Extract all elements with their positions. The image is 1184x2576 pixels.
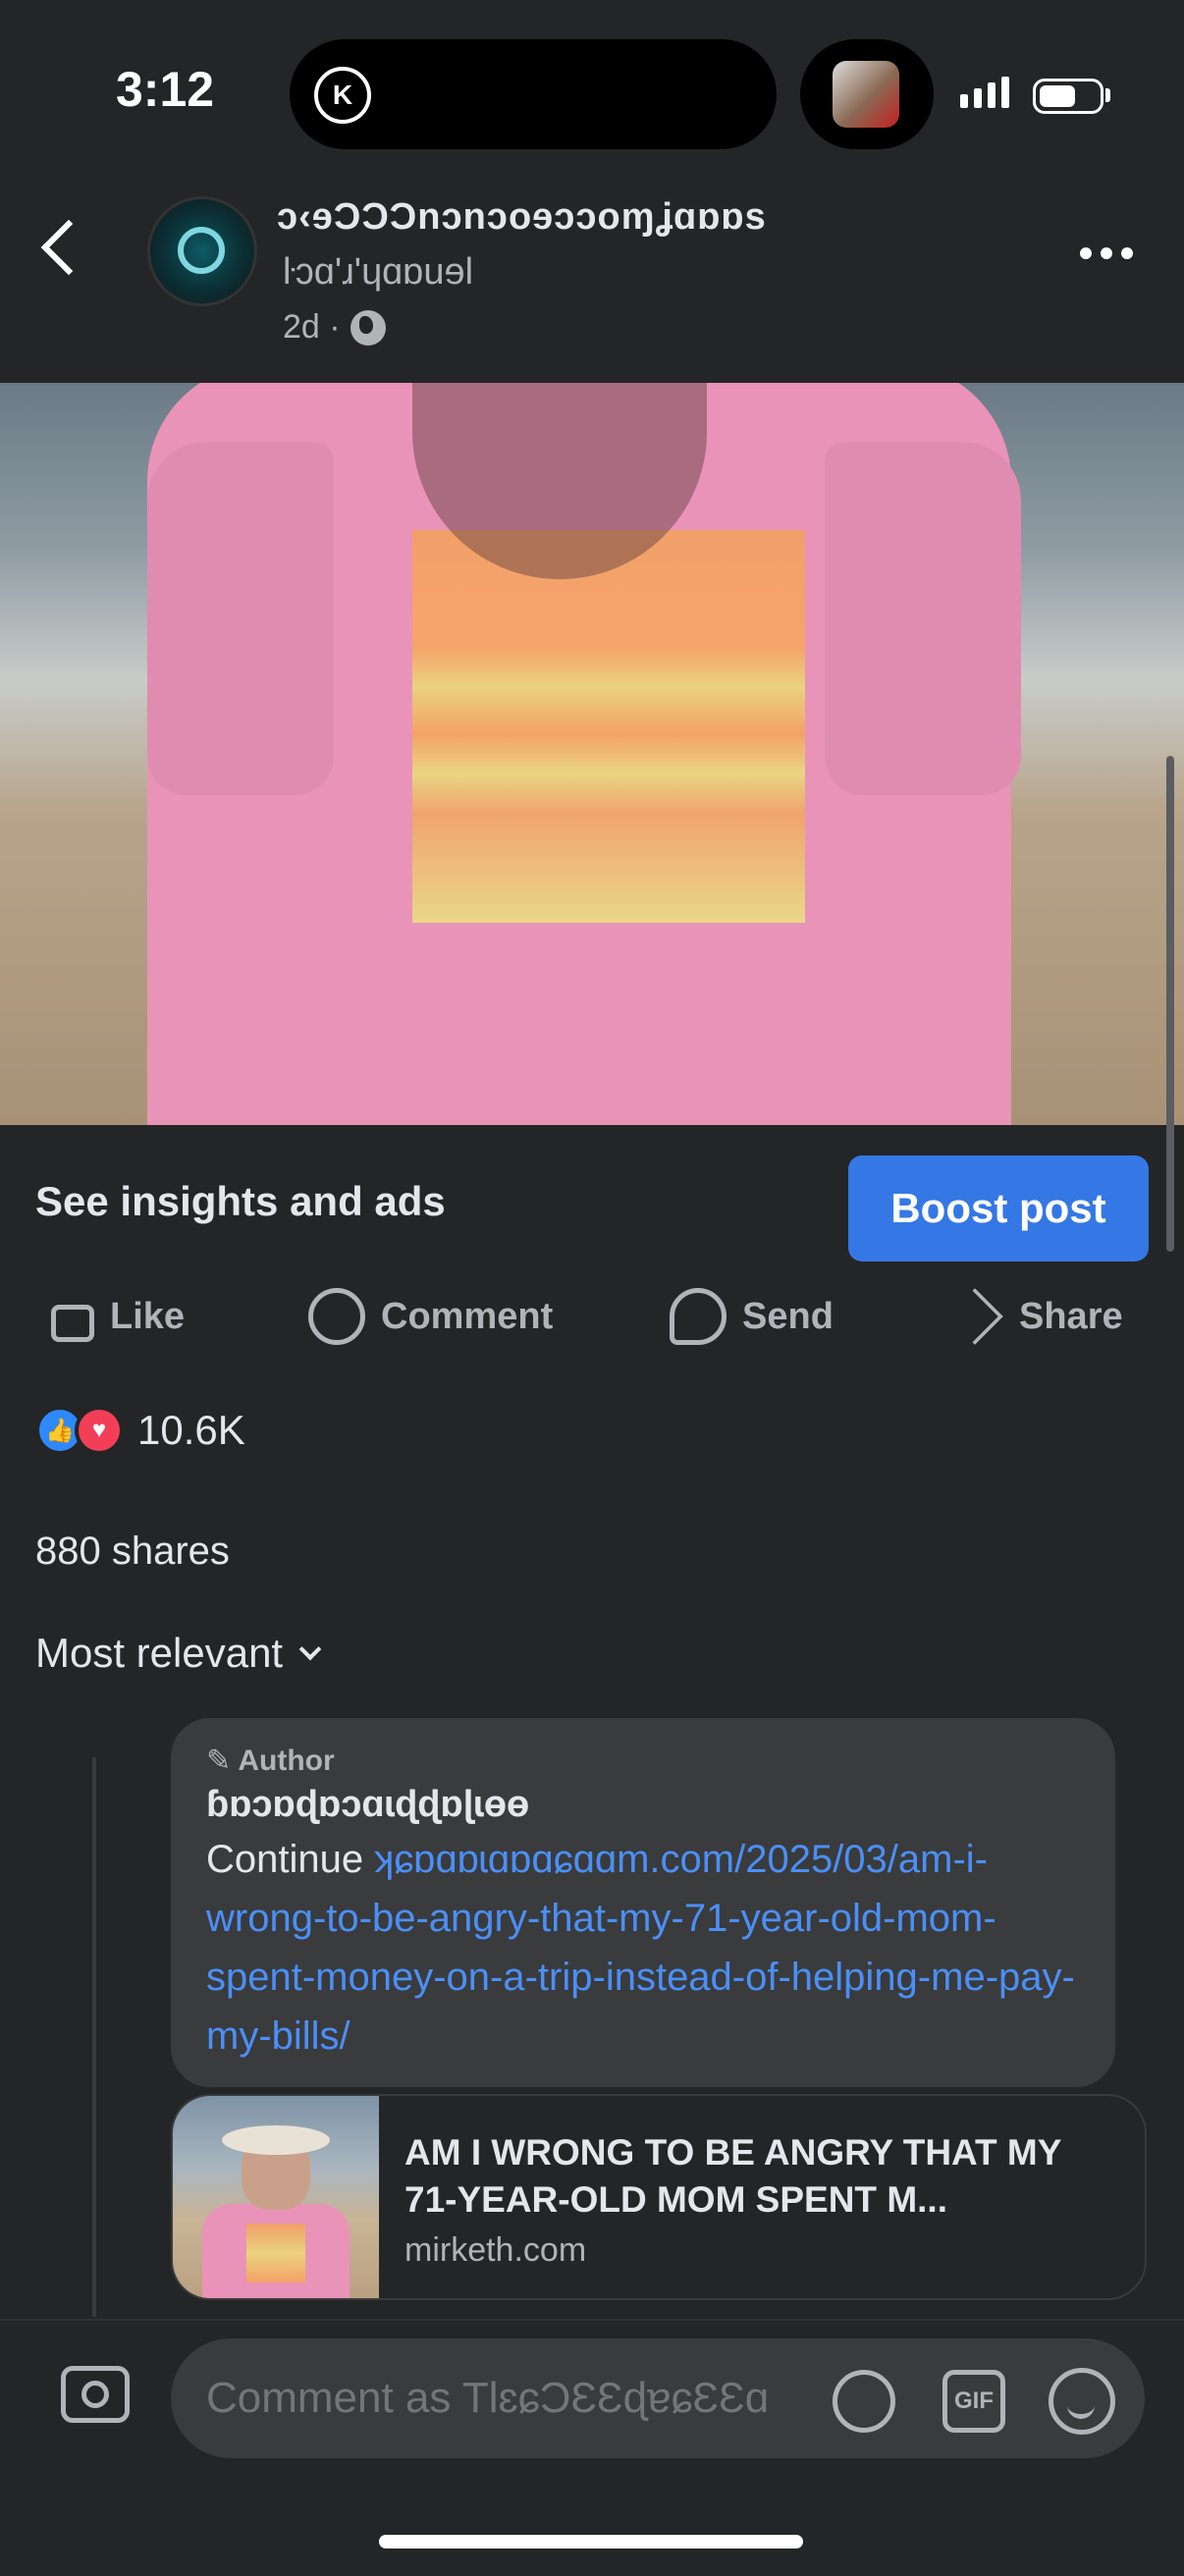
comment-sort-dropdown[interactable]: Most relevant <box>35 1630 322 1677</box>
comment-text: Continue ʞɕɒɑɒɩɑɒɑɕɑɑm.com/2025/03/am-i-… <box>206 1830 1080 2066</box>
thread-line <box>92 1757 96 2317</box>
gif-icon[interactable]: GIF <box>942 2370 1005 2433</box>
reactions-summary[interactable]: 👍 ♥ 10.6K <box>35 1406 245 1455</box>
like-button[interactable]: Like <box>51 1281 185 1352</box>
link-thumbnail <box>173 2096 379 2298</box>
island-app-icon: K <box>314 67 371 124</box>
page-subtitle: ŀɔɑ'ɹ'ɥɑɒuɘl <box>283 251 474 293</box>
comment-label: Comment <box>381 1295 554 1337</box>
more-options-icon[interactable] <box>1080 247 1133 259</box>
share-button[interactable]: Share <box>946 1281 1123 1352</box>
post-meta: 2d · <box>283 308 386 347</box>
photo-sleeve-left <box>147 442 334 795</box>
link-preview-card[interactable]: AM I WRONG TO BE ANGRY THAT MY 71-YEAR-O… <box>171 2094 1147 2300</box>
share-label: Share <box>1019 1295 1123 1337</box>
scrollbar[interactable] <box>1166 756 1174 1252</box>
post-age: 2d · <box>283 308 341 346</box>
reaction-count: 10.6K <box>137 1407 245 1453</box>
insights-link[interactable]: See insights and ads <box>35 1178 446 1225</box>
page-name[interactable]: ɔ‹ɘƆƆƆnɔnɔoɘɔɔoɱʝɑɒɒs <box>277 196 767 239</box>
thumb-shirt-print <box>246 2224 305 2282</box>
home-indicator[interactable] <box>379 2535 803 2549</box>
chevron-down-icon <box>298 1637 322 1661</box>
avatar-sticker-icon[interactable] <box>833 2370 895 2433</box>
comment-bubble[interactable]: ✎ Author ɓɒɔɒɖɒɔɑɩɖɖɒɭɩɵɵ Continue ʞɕɒɑɒ… <box>171 1718 1115 2087</box>
globe-icon <box>350 309 386 346</box>
thumb-hat <box>222 2125 330 2155</box>
love-reaction-icon: ♥ <box>75 1406 124 1455</box>
send-label: Send <box>742 1295 834 1337</box>
camera-icon[interactable] <box>61 2366 130 2423</box>
back-icon[interactable] <box>40 219 97 276</box>
link-domain: mirketh.com <box>404 2231 587 2269</box>
comment-button[interactable]: Comment <box>308 1281 553 1352</box>
status-time: 3:12 <box>116 62 215 117</box>
battery-icon <box>1033 79 1103 114</box>
post-photo[interactable] <box>0 383 1184 1125</box>
like-label: Like <box>110 1295 186 1337</box>
link-title: AM I WRONG TO BE ANGRY THAT MY 71-YEAR-O… <box>404 2132 1061 2220</box>
whatsapp-icon <box>670 1288 727 1345</box>
commenter-name[interactable]: ɓɒɔɒɖɒɔɑɩɖɖɒɭɩɵɵ <box>206 1784 1080 1826</box>
photo-shirt-print <box>412 530 805 923</box>
sort-label: Most relevant <box>35 1630 284 1676</box>
page-avatar[interactable] <box>147 196 257 306</box>
thumbs-up-icon <box>51 1305 94 1342</box>
photo-sleeve-right <box>825 442 1021 795</box>
comment-text-prefix: Continue <box>206 1838 375 1881</box>
comment-bubble-icon <box>308 1288 365 1345</box>
island-album-art <box>833 61 899 128</box>
boost-post-button[interactable]: Boost post <box>848 1155 1149 1261</box>
signal-icon <box>960 77 1009 108</box>
author-badge: ✎ Author <box>206 1744 335 1777</box>
send-button[interactable]: Send <box>670 1281 834 1352</box>
share-arrow-icon <box>946 1288 1003 1345</box>
shares-count[interactable]: 880 shares <box>35 1530 230 1574</box>
battery-tip <box>1105 88 1110 102</box>
emoji-icon[interactable] <box>1049 2368 1115 2435</box>
